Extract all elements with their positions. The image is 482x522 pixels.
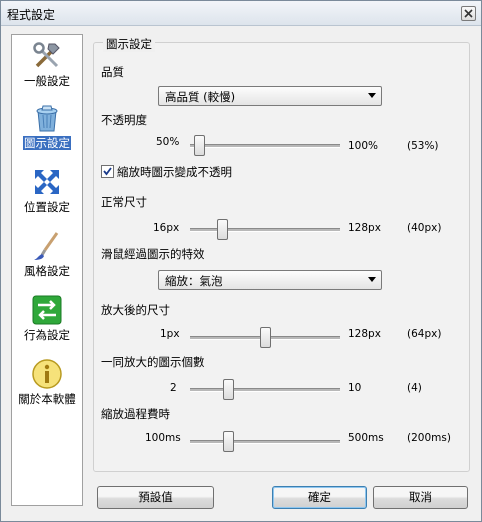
tools-icon — [33, 42, 60, 68]
chevron-down-icon — [368, 93, 376, 98]
sidebar-item-label: 關於本軟體 — [18, 392, 76, 406]
icon-count-min: 2 — [170, 382, 177, 394]
sidebar-item-label-text: 圖示設定 — [23, 136, 71, 150]
normal-size-min: 16px — [153, 222, 180, 234]
checkmark-icon — [103, 167, 112, 176]
icon-count-max: 10 — [348, 382, 362, 394]
defaults-button[interactable]: 預設值 — [97, 486, 214, 509]
normal-size-current: (40px) — [407, 222, 442, 234]
normal-size-slider-thumb[interactable] — [216, 219, 228, 240]
enlarged-size-max: 128px — [348, 328, 381, 340]
move-arrows-icon — [35, 170, 59, 194]
icon-count-slider[interactable] — [190, 388, 340, 392]
close-button[interactable] — [461, 6, 476, 21]
opaque-on-zoom-checkbox[interactable] — [101, 165, 114, 178]
recycle-bin-icon — [36, 105, 58, 132]
sidebar-item-label: 行為設定 — [24, 328, 70, 342]
sidebar-item-label: 圖示設定 — [12, 136, 82, 150]
zoom-time-slider[interactable] — [190, 440, 340, 444]
sidebar-item-behavior[interactable]: 行為設定 — [12, 291, 82, 353]
opacity-current: (53%) — [407, 140, 439, 152]
icon-count-label: 一同放大的圖示個數 — [101, 355, 205, 369]
sidebar-item-about[interactable]: 關於本軟體 — [12, 355, 82, 417]
swap-arrows-icon — [32, 295, 62, 325]
chevron-down-icon — [368, 277, 376, 282]
group-title: 圖示設定 — [103, 36, 155, 52]
quality-value: 高品質 (較慢) — [165, 90, 236, 104]
icon-count-slider-thumb[interactable] — [222, 379, 234, 400]
zoom-time-max: 500ms — [348, 432, 384, 444]
opacity-slider-thumb[interactable] — [194, 135, 205, 156]
normal-size-label: 正常尺寸 — [101, 195, 147, 209]
sidebar-item-label: 風格設定 — [24, 264, 70, 278]
opacity-min: 50% — [156, 136, 180, 148]
zoom-time-slider-thumb[interactable] — [222, 431, 234, 452]
close-icon — [464, 9, 473, 18]
opaque-on-zoom-label: 縮放時圖示變成不透明 — [117, 165, 232, 179]
enlarged-size-current: (64px) — [407, 328, 442, 340]
normal-size-max: 128px — [348, 222, 381, 234]
title-bar: 程式設定 — [1, 1, 481, 26]
quality-select[interactable]: 高品質 (較慢) — [158, 86, 382, 106]
sidebar-item-position[interactable]: 位置設定 — [12, 163, 82, 225]
enlarged-size-label: 放大後的尺寸 — [101, 303, 170, 317]
sidebar: 一般設定 圖示設定 位置設定 風格設定 行為設定 關於本軟體 — [11, 34, 83, 506]
icon-count-current: (4) — [407, 382, 422, 394]
paintbrush-icon — [34, 232, 59, 260]
enlarged-size-min: 1px — [160, 328, 180, 340]
quality-label: 品質 — [101, 65, 124, 79]
info-icon — [32, 359, 62, 389]
ok-button[interactable]: 確定 — [272, 486, 367, 509]
sidebar-item-label: 一般設定 — [24, 74, 70, 88]
sidebar-item-style[interactable]: 風格設定 — [12, 227, 82, 289]
normal-size-slider[interactable] — [190, 228, 340, 232]
hover-effect-select[interactable]: 縮放：氣泡 — [158, 270, 382, 290]
opacity-label: 不透明度 — [101, 113, 147, 127]
zoom-time-current: (200ms) — [407, 432, 451, 444]
hover-effect-label: 滑鼠經過圖示的特效 — [101, 247, 205, 261]
hover-effect-value: 縮放：氣泡 — [165, 274, 223, 288]
opacity-slider[interactable] — [190, 144, 340, 148]
zoom-time-min: 100ms — [145, 432, 181, 444]
sidebar-item-label: 位置設定 — [24, 200, 70, 214]
window-title: 程式設定 — [7, 8, 56, 22]
enlarged-size-slider-thumb[interactable] — [260, 327, 271, 348]
sidebar-item-icons[interactable]: 圖示設定 — [12, 99, 82, 161]
opacity-max: 100% — [348, 140, 379, 152]
cancel-button[interactable]: 取消 — [373, 486, 468, 509]
sidebar-item-general[interactable]: 一般設定 — [12, 37, 82, 99]
zoom-time-label: 縮放過程費時 — [101, 407, 170, 421]
